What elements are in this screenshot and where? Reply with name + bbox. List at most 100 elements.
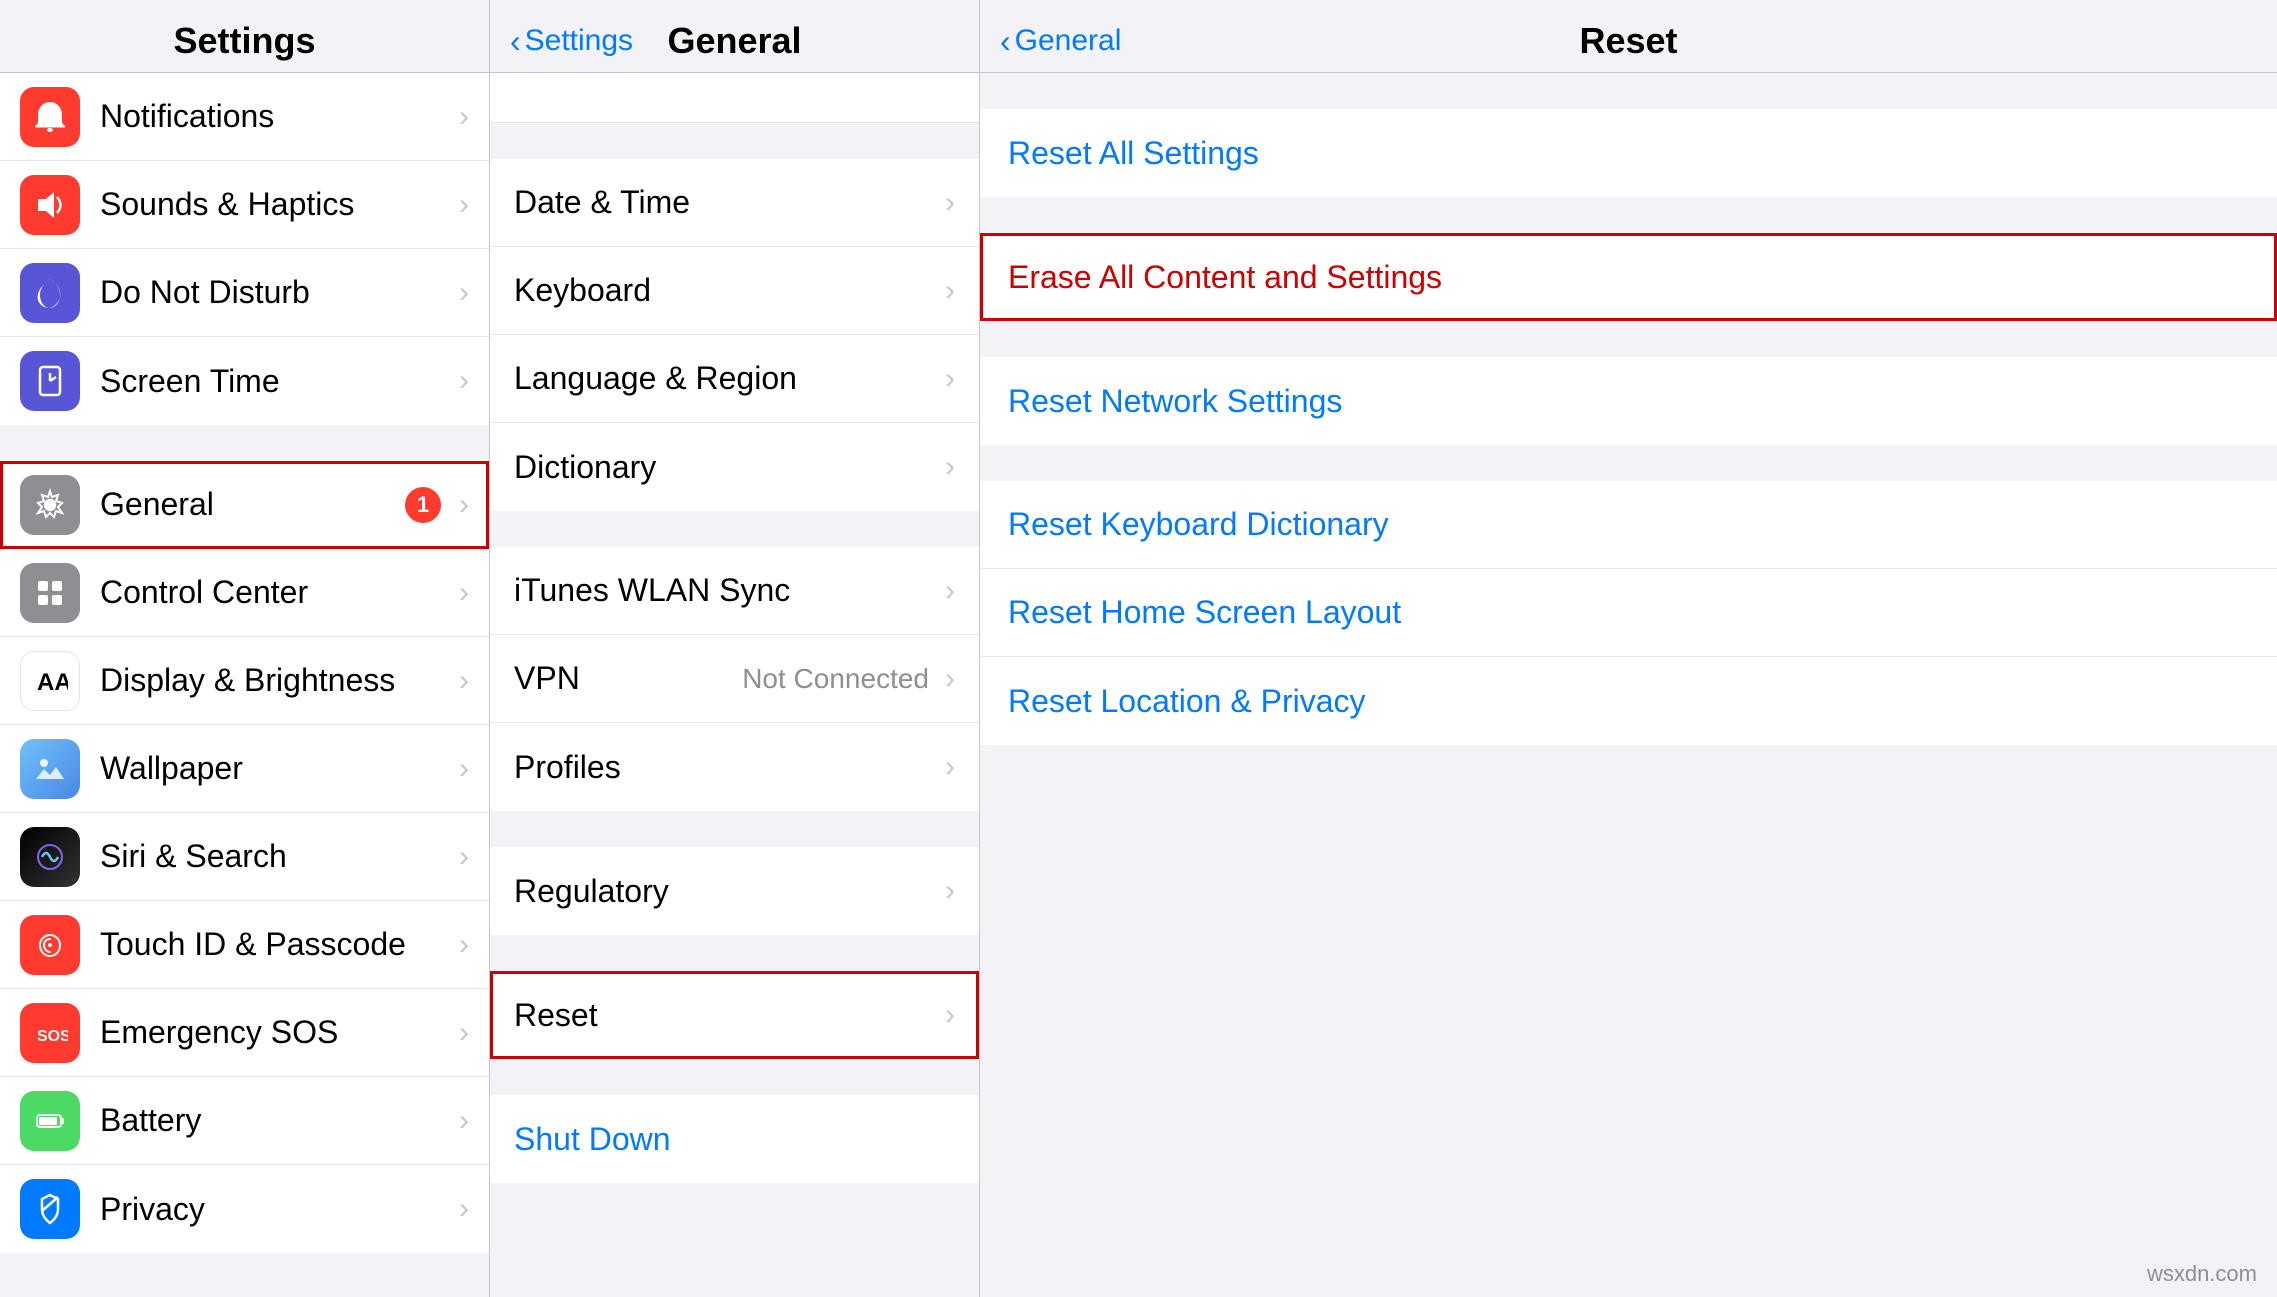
notifications-chevron: › [459,100,469,134]
general-item-reset[interactable]: Reset › [490,971,979,1059]
general-group2: iTunes WLAN Sync › VPN Not Connected › P… [490,547,979,811]
settings-group1: Notifications › Sounds & Haptics › [0,73,489,425]
reset-divider1 [980,197,2277,233]
general-item-vpn[interactable]: VPN Not Connected › [490,635,979,723]
general-item-shutdown[interactable]: Shut Down [490,1095,979,1183]
sidebar-item-controlcenter[interactable]: Control Center › [0,549,489,637]
resetkeyboard-label: Reset Keyboard Dictionary [1008,506,2249,543]
dictionary-label: Dictionary [514,449,937,486]
general-chevron: › [459,488,469,522]
general-scroll[interactable]: Date & Time › Keyboard › Language & Regi… [490,73,979,1297]
resethomescreen-label: Reset Home Screen Layout [1008,594,2249,631]
general-item-language[interactable]: Language & Region › [490,335,979,423]
general-divider3 [490,935,979,971]
sidebar-item-battery[interactable]: Battery › [0,1077,489,1165]
reset-chevron: › [945,998,955,1032]
reset-item-keyboard[interactable]: Reset Keyboard Dictionary [980,481,2277,569]
reset-scroll[interactable]: Reset All Settings Erase All Content and… [980,73,2277,1297]
sounds-icon [20,175,80,235]
donotdisturb-label: Do Not Disturb [100,274,451,311]
privacy-icon [20,1179,80,1239]
ituneswlan-label: iTunes WLAN Sync [514,572,937,609]
settings-header: Settings [0,0,489,73]
touchid-chevron: › [459,928,469,962]
general-item-ituneswlan[interactable]: iTunes WLAN Sync › [490,547,979,635]
reset-group2: Erase All Content and Settings [980,233,2277,321]
general-item-dictionary[interactable]: Dictionary › [490,423,979,511]
reset-back-label: General [1015,24,1122,58]
emergencysos-chevron: › [459,1016,469,1050]
screentime-label: Screen Time [100,363,451,400]
siri-icon [20,827,80,887]
siri-label: Siri & Search [100,838,451,875]
reset-back-button[interactable]: ‹ General [1000,23,1121,60]
regulatory-chevron: › [945,874,955,908]
general-item-profiles[interactable]: Profiles › [490,723,979,811]
sidebar-item-sounds[interactable]: Sounds & Haptics › [0,161,489,249]
general-back-chevron: ‹ [510,23,521,60]
notifications-label: Notifications [100,98,451,135]
partial-top-item [490,73,979,123]
sidebar-item-displaybrightness[interactable]: AA Display & Brightness › [0,637,489,725]
settings-title: Settings [173,20,315,62]
general-item-keyboard[interactable]: Keyboard › [490,247,979,335]
svg-text:AA: AA [37,669,68,696]
controlcenter-chevron: › [459,576,469,610]
general-back-button[interactable]: ‹ Settings [510,23,633,60]
watermark: wsxdn.com [2147,1261,2257,1287]
sidebar-item-wallpaper[interactable]: Wallpaper › [0,725,489,813]
shutdown-label: Shut Down [514,1121,671,1158]
sidebar-item-donotdisturb[interactable]: Do Not Disturb › [0,249,489,337]
language-chevron: › [945,362,955,396]
general-group3: Regulatory › [490,847,979,935]
sidebar-item-siri[interactable]: Siri & Search › [0,813,489,901]
reset-item-allsettings[interactable]: Reset All Settings [980,109,2277,197]
keyboard-chevron: › [945,274,955,308]
reset-group4: Reset Keyboard Dictionary Reset Home Scr… [980,481,2277,745]
general-icon [20,475,80,535]
sidebar-item-touchid[interactable]: Touch ID & Passcode › [0,901,489,989]
battery-label: Battery [100,1102,451,1139]
resetnetwork-label: Reset Network Settings [1008,383,2249,420]
sidebar-item-notifications[interactable]: Notifications › [0,73,489,161]
reset-item-location[interactable]: Reset Location & Privacy [980,657,2277,745]
reset-label: Reset [514,997,937,1034]
reset-item-network[interactable]: Reset Network Settings [980,357,2277,445]
controlcenter-label: Control Center [100,574,451,611]
general-back-label: Settings [525,24,633,58]
general-shutdown-section: Shut Down [490,1095,979,1183]
reset-group3: Reset Network Settings [980,357,2277,445]
eraseallcontent-label: Erase All Content and Settings [1008,259,2249,296]
resetlocation-label: Reset Location & Privacy [1008,683,2249,720]
general-column: ‹ Settings General Date & Time › Keyboar… [490,0,980,1297]
general-item-datetime[interactable]: Date & Time › [490,159,979,247]
reset-header: ‹ General Reset [980,0,2277,73]
general-group1: Date & Time › Keyboard › Language & Regi… [490,159,979,511]
sidebar-item-screentime[interactable]: Screen Time › [0,337,489,425]
ituneswlan-chevron: › [945,574,955,608]
reset-item-homescreen[interactable]: Reset Home Screen Layout [980,569,2277,657]
general-group4: Reset › [490,971,979,1059]
sidebar-item-emergencysos[interactable]: SOS Emergency SOS › [0,989,489,1077]
sidebar-item-general[interactable]: General 1 › [0,461,489,549]
touchid-label: Touch ID & Passcode [100,926,451,963]
keyboard-label: Keyboard [514,272,937,309]
settings-scroll[interactable]: Notifications › Sounds & Haptics › [0,73,489,1297]
profiles-label: Profiles [514,749,937,786]
reset-divider3 [980,445,2277,481]
wallpaper-label: Wallpaper [100,750,451,787]
app-container: Settings Notifications › [0,0,2277,1297]
battery-icon [20,1091,80,1151]
touchid-icon [20,915,80,975]
sidebar-item-privacy[interactable]: Privacy › [0,1165,489,1253]
svg-text:SOS: SOS [37,1028,68,1045]
sounds-label: Sounds & Haptics [100,186,451,223]
reset-item-eraseall[interactable]: Erase All Content and Settings [980,233,2277,321]
language-label: Language & Region [514,360,937,397]
reset-divider4 [980,745,2277,1045]
vpn-chevron: › [945,662,955,696]
general-divider0 [490,123,979,159]
general-divider4 [490,1059,979,1095]
general-item-regulatory[interactable]: Regulatory › [490,847,979,935]
general-header: ‹ Settings General [490,0,979,73]
